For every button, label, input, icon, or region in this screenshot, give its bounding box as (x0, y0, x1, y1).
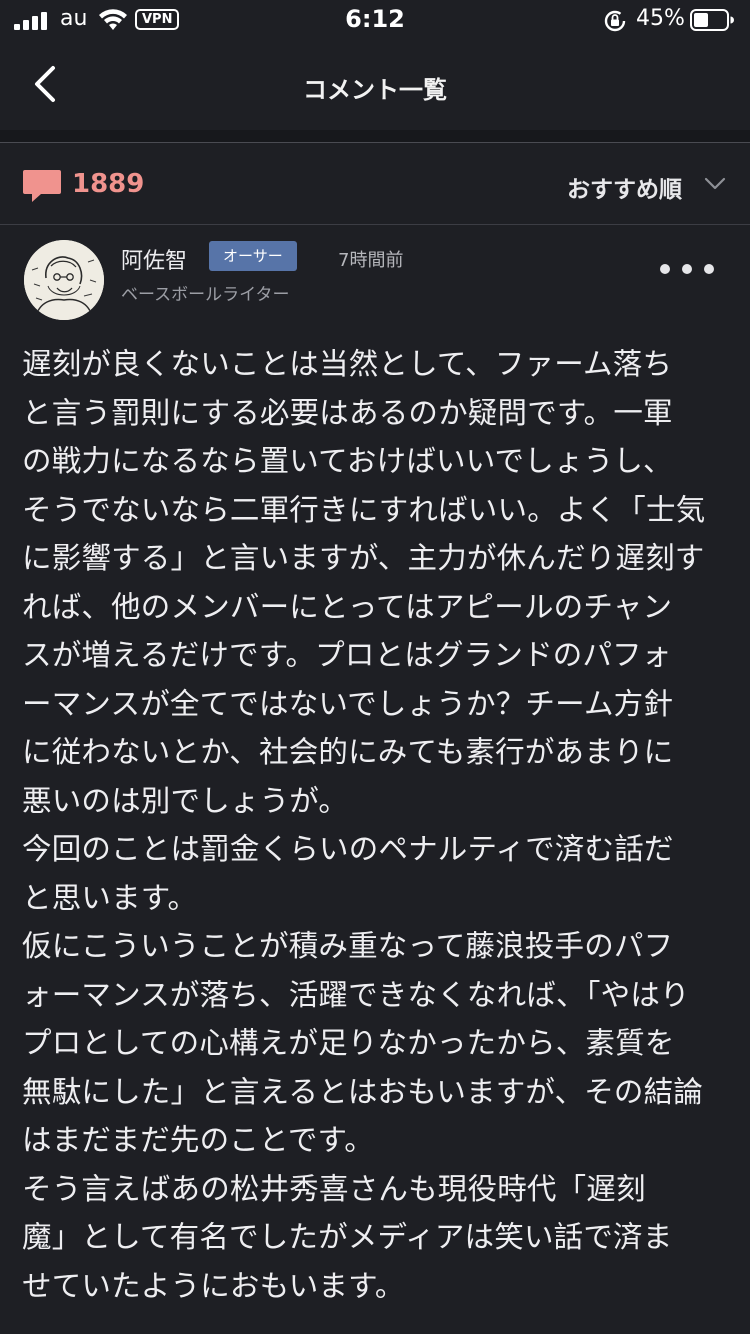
comment-line: そうでないなら二軍行きにすればいい。よく「士気 (22, 492, 706, 527)
comment-line: ーマンスが全てではないでしょうか？チーム方針 (22, 686, 674, 721)
comment-line: 仮にこういうことが積み重なって藤浪投手のパフ (22, 929, 674, 963)
comments-header: 1889 おすすめ順 (0, 143, 750, 225)
nav-divider (0, 130, 750, 142)
comment-line: ォーマンスが落ち、活躍できなくなれば、「やはり (22, 977, 690, 1012)
comment-line: プロとしての心構えが足りなかったから、素質を (22, 1026, 675, 1060)
post-time: 7時間前 (338, 250, 404, 271)
comment-line: 魔」として有名でしたがメディアは笑い話で済ま (22, 1220, 673, 1254)
comment-count: 1889 (72, 169, 145, 199)
comment-line: 無駄にした」と言えるとはおもいますが、その結論 (22, 1074, 704, 1109)
author-name[interactable]: 阿佐智 (121, 243, 187, 275)
comment-line: そう言えばあの松井秀喜さんも現役時代「遅刻 (22, 1171, 646, 1206)
comment-line: と言う罰則にする必要はあるのか疑問です。一軍 (22, 395, 673, 430)
sort-dropdown[interactable]: おすすめ順 (526, 167, 726, 203)
comment-body: 遅刻が良くないことは当然として、ファーム落ち と言う罰則にする必要はあるのか疑問… (22, 340, 734, 1310)
rotation-lock-icon (604, 10, 626, 32)
more-horizontal-icon[interactable] (656, 256, 718, 282)
author-portrait-icon (24, 240, 104, 320)
status-bar: au VPN 6:12 45% (0, 0, 750, 40)
author-badge: オーサー (209, 241, 297, 271)
author-role: ベースボールライター (121, 285, 290, 305)
comment-line: せていたようにおもいます。 (22, 1268, 405, 1303)
comment-line: 悪いのは別でしょうが。 (22, 783, 349, 818)
avatar[interactable] (24, 240, 104, 320)
page-title: コメント一覧 (303, 76, 447, 104)
nav-bar: コメント一覧 (0, 40, 750, 130)
sort-label: おすすめ順 (567, 177, 682, 203)
chevron-down-icon (704, 177, 726, 190)
comment-line: スが増えるだけです。プロとはグランドのパフォ (22, 638, 672, 672)
comment-line: に従わないとか、社会的にみても素行があまりに (22, 735, 674, 769)
comment-line: に影響する」と言いますが、主力が休んだり遅刻す (22, 541, 705, 575)
comment-line: はまだまだ先のことです。 (22, 1123, 374, 1157)
section-divider (0, 224, 750, 225)
battery-icon (690, 9, 734, 31)
comment-line: の戦力になるなら置いておけばいいでしょうし、 (22, 444, 673, 478)
speech-bubble-icon (23, 170, 61, 202)
comment-line: 遅刻が良くないことは当然として、ファーム落ち (22, 347, 673, 381)
comment-line: 今回のことは罰金くらいのペナルティで済む話だ (22, 832, 674, 866)
comment-line: と思います。 (22, 880, 198, 915)
battery-percent: 45% (636, 6, 685, 31)
comment-line: れば、他のメンバーにとってはアピールのチャン (22, 589, 673, 624)
